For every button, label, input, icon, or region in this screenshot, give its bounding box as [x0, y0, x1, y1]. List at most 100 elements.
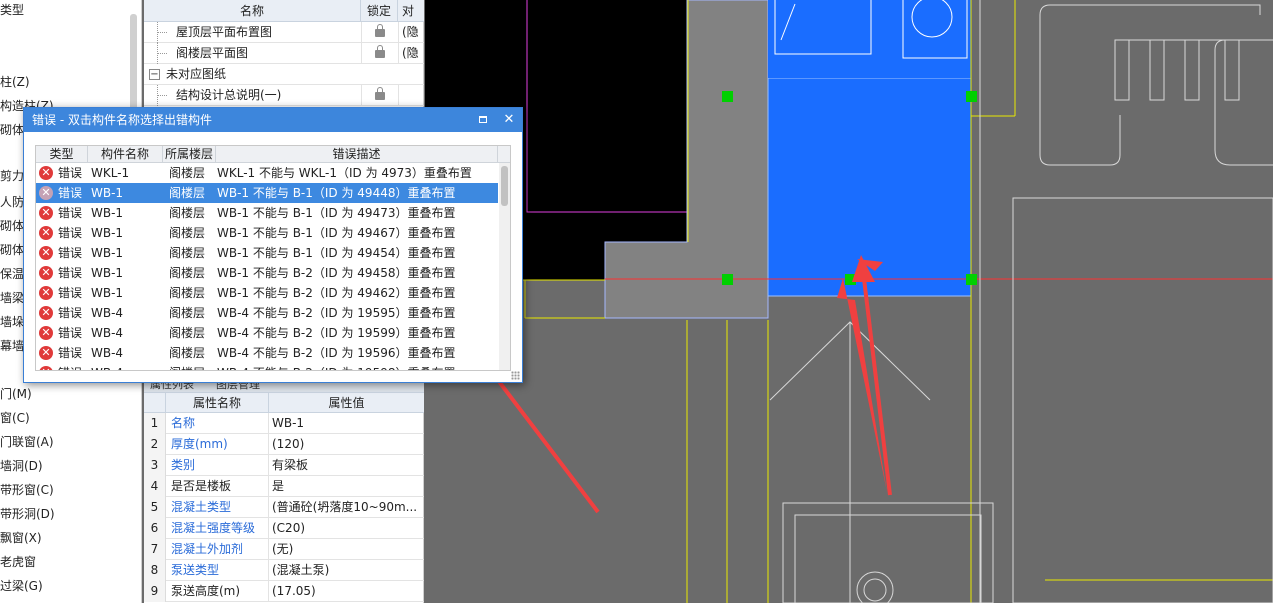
- drawing-row[interactable]: 结构设计总说明(一): [144, 85, 424, 106]
- sidebar-item[interactable]: 墙梁: [0, 288, 24, 308]
- property-index: 8: [144, 560, 166, 581]
- scrollbar-thumb[interactable]: [501, 166, 508, 206]
- column-lock-header[interactable]: 锁定: [361, 0, 398, 22]
- tree-connector: [157, 43, 167, 64]
- error-description: WB-1 不能与 B-1（ID 为 49454）重叠布置: [217, 246, 456, 260]
- property-value[interactable]: (120): [269, 434, 424, 455]
- error-icon: ✕: [39, 306, 53, 320]
- sidebar-item[interactable]: 门(M): [0, 384, 32, 404]
- sidebar-item[interactable]: 过梁(G): [0, 576, 43, 596]
- property-row[interactable]: 5 混凝土类型 (普通砼(坍落度10~90m...: [144, 497, 424, 518]
- dialog-titlebar[interactable]: 错误 - 双击构件名称选择出错构件 ✕: [24, 108, 522, 132]
- error-icon: ✕: [39, 366, 53, 370]
- error-icon: ✕: [39, 166, 53, 180]
- property-row[interactable]: 1 名称 WB-1: [144, 413, 424, 434]
- floor-name: 阁楼层: [169, 246, 206, 260]
- error-icon: ✕: [39, 346, 53, 360]
- column-floor-header[interactable]: 所属楼层: [163, 146, 216, 162]
- property-row[interactable]: 4 是否是楼板是: [144, 476, 424, 497]
- property-index: 4: [144, 476, 166, 497]
- sidebar-item[interactable]: 类型: [0, 0, 24, 20]
- error-type: 错误: [58, 363, 82, 370]
- lock-cell[interactable]: [361, 22, 398, 43]
- column-extra-header[interactable]: 对: [398, 0, 424, 22]
- collapse-expander-icon[interactable]: −: [149, 69, 160, 80]
- error-row[interactable]: ✕ 错误 WB-1 阁楼层 WB-1 不能与 B-1（ID 为 49454）重叠布置: [36, 243, 498, 263]
- sidebar-item[interactable]: 墙洞(D): [0, 456, 43, 476]
- property-row[interactable]: 8 泵送类型 (混凝土泵): [144, 560, 424, 581]
- floor-name: 阁楼层: [169, 306, 206, 320]
- error-row[interactable]: ✕ 错误 WB-1 阁楼层 WB-1 不能与 B-1（ID 为 49467）重叠布置: [36, 223, 498, 243]
- maximize-button[interactable]: [470, 108, 496, 132]
- lock-icon[interactable]: [375, 45, 385, 58]
- lock-icon[interactable]: [375, 24, 385, 37]
- floor-name: 阁楼层: [169, 186, 206, 200]
- error-row[interactable]: ✕ 错误 WKL-1 阁楼层 WKL-1 不能与 WKL-1（ID 为 4973）重叠布…: [36, 163, 498, 183]
- sidebar-item[interactable]: 老虎窗: [0, 552, 36, 572]
- sidebar-item[interactable]: 砌体: [0, 120, 24, 140]
- close-button[interactable]: ✕: [496, 108, 522, 132]
- error-row[interactable]: ✕ 错误 WB-1 阁楼层 WB-1 不能与 B-1（ID 为 49473）重叠布置: [36, 203, 498, 223]
- property-row[interactable]: 9 泵送高度(m) (17.05): [144, 581, 424, 602]
- property-row[interactable]: 7 混凝土外加剂 (无): [144, 539, 424, 560]
- property-value[interactable]: (C20): [269, 518, 424, 539]
- lock-icon[interactable]: [375, 87, 385, 100]
- error-type: 错误: [58, 286, 83, 300]
- column-name-header[interactable]: 名称: [144, 0, 361, 22]
- error-icon: ✕: [39, 206, 53, 220]
- column-description-header[interactable]: 错误描述: [216, 146, 498, 162]
- drawing-extra: (隐: [398, 22, 424, 43]
- error-list-scrollbar[interactable]: [499, 163, 510, 370]
- sidebar-item[interactable]: 砌体: [0, 240, 24, 260]
- property-name-header: 属性名称: [166, 393, 269, 413]
- error-row[interactable]: ✕ 错误 WB-4 阁楼层 WB-4 不能与 B-2（ID 为 19599）重叠布置: [36, 323, 498, 343]
- property-row[interactable]: 6 混凝土强度等级 (C20): [144, 518, 424, 539]
- error-row[interactable]: ✕ 错误 WB-1 阁楼层 WB-1 不能与 B-1（ID 为 49448）重叠布置: [36, 183, 498, 203]
- property-index: 7: [144, 539, 166, 560]
- error-description: WB-4 不能与 B-2（ID 为 19599）重叠布置: [217, 326, 456, 340]
- drawing-group-row[interactable]: − 未对应图纸: [144, 64, 424, 85]
- error-list[interactable]: 类型 构件名称 所属楼层 错误描述 ✕ 错误 WKL-1 阁楼层 WKL-1 不能与 W…: [35, 145, 511, 371]
- error-row[interactable]: ✕ 错误 WB-1 阁楼层 WB-1 不能与 B-2（ID 为 49462）重叠布置: [36, 283, 498, 303]
- tree-connector: [157, 22, 167, 43]
- error-row[interactable]: ✕ 错误 WB-1 阁楼层 WB-1 不能与 B-2（ID 为 49458）重叠布置: [36, 263, 498, 283]
- property-value[interactable]: (无): [269, 539, 424, 560]
- error-row[interactable]: ✕ 错误 WB-4 阁楼层 WB-4 不能与 B-2（ID 为 19598）重叠布置: [36, 363, 498, 370]
- error-row[interactable]: ✕ 错误 WB-4 阁楼层 WB-4 不能与 B-2（ID 为 19595）重叠布置: [36, 303, 498, 323]
- property-row[interactable]: 2 厚度(mm) (120): [144, 434, 424, 455]
- sidebar-item[interactable]: 保温: [0, 264, 24, 284]
- sidebar-item[interactable]: 带形窗(C): [0, 480, 54, 500]
- sidebar-item[interactable]: 门联窗(A): [0, 432, 54, 452]
- property-value[interactable]: (普通砼(坍落度10~90m...: [269, 497, 424, 518]
- cad-drawing-canvas[interactable]: [425, 0, 1273, 603]
- property-row[interactable]: 3 类别 有梁板: [144, 455, 424, 476]
- sidebar-item[interactable]: 柱(Z): [0, 72, 30, 92]
- floor-name: 阁楼层: [169, 266, 206, 280]
- error-description: WB-1 不能与 B-2（ID 为 49462）重叠布置: [217, 286, 456, 300]
- sidebar-item[interactable]: 剪力: [0, 166, 24, 186]
- lock-cell[interactable]: [361, 85, 398, 106]
- index-header: [144, 393, 166, 413]
- drawing-row[interactable]: 阁楼层平面图 (隐: [144, 43, 424, 64]
- error-icon: ✕: [39, 246, 53, 260]
- property-name: 是否是楼板: [166, 476, 269, 497]
- sidebar-item[interactable]: 砌体: [0, 216, 24, 236]
- property-value[interactable]: (混凝土泵): [269, 560, 424, 581]
- property-value[interactable]: 有梁板: [269, 455, 424, 476]
- sidebar-item[interactable]: 窗(C): [0, 408, 30, 428]
- error-row[interactable]: ✕ 错误 WB-4 阁楼层 WB-4 不能与 B-2（ID 为 19596）重叠布置: [36, 343, 498, 363]
- sidebar-item[interactable]: 墙垛: [0, 312, 24, 332]
- property-value[interactable]: WB-1: [269, 413, 424, 434]
- sidebar-item[interactable]: 幕墙: [0, 336, 24, 356]
- resize-grip-icon[interactable]: [511, 371, 520, 380]
- property-value[interactable]: (17.05): [269, 581, 424, 602]
- drawing-row[interactable]: 屋顶层平面布置图 (隐: [144, 22, 424, 43]
- column-type-header[interactable]: 类型: [36, 146, 88, 162]
- lock-cell[interactable]: [361, 43, 398, 64]
- sidebar-item[interactable]: 带形洞(D): [0, 504, 55, 524]
- sidebar-item[interactable]: 飘窗(X): [0, 528, 42, 548]
- error-type: 错误: [58, 166, 83, 180]
- property-value[interactable]: 是: [269, 476, 424, 497]
- column-component-header[interactable]: 构件名称: [88, 146, 163, 162]
- properties-panel: 属性列表 图层管理 属性名称 属性值 1 名称 WB-1 2 厚度(mm) (120) 3 类…: [144, 378, 424, 603]
